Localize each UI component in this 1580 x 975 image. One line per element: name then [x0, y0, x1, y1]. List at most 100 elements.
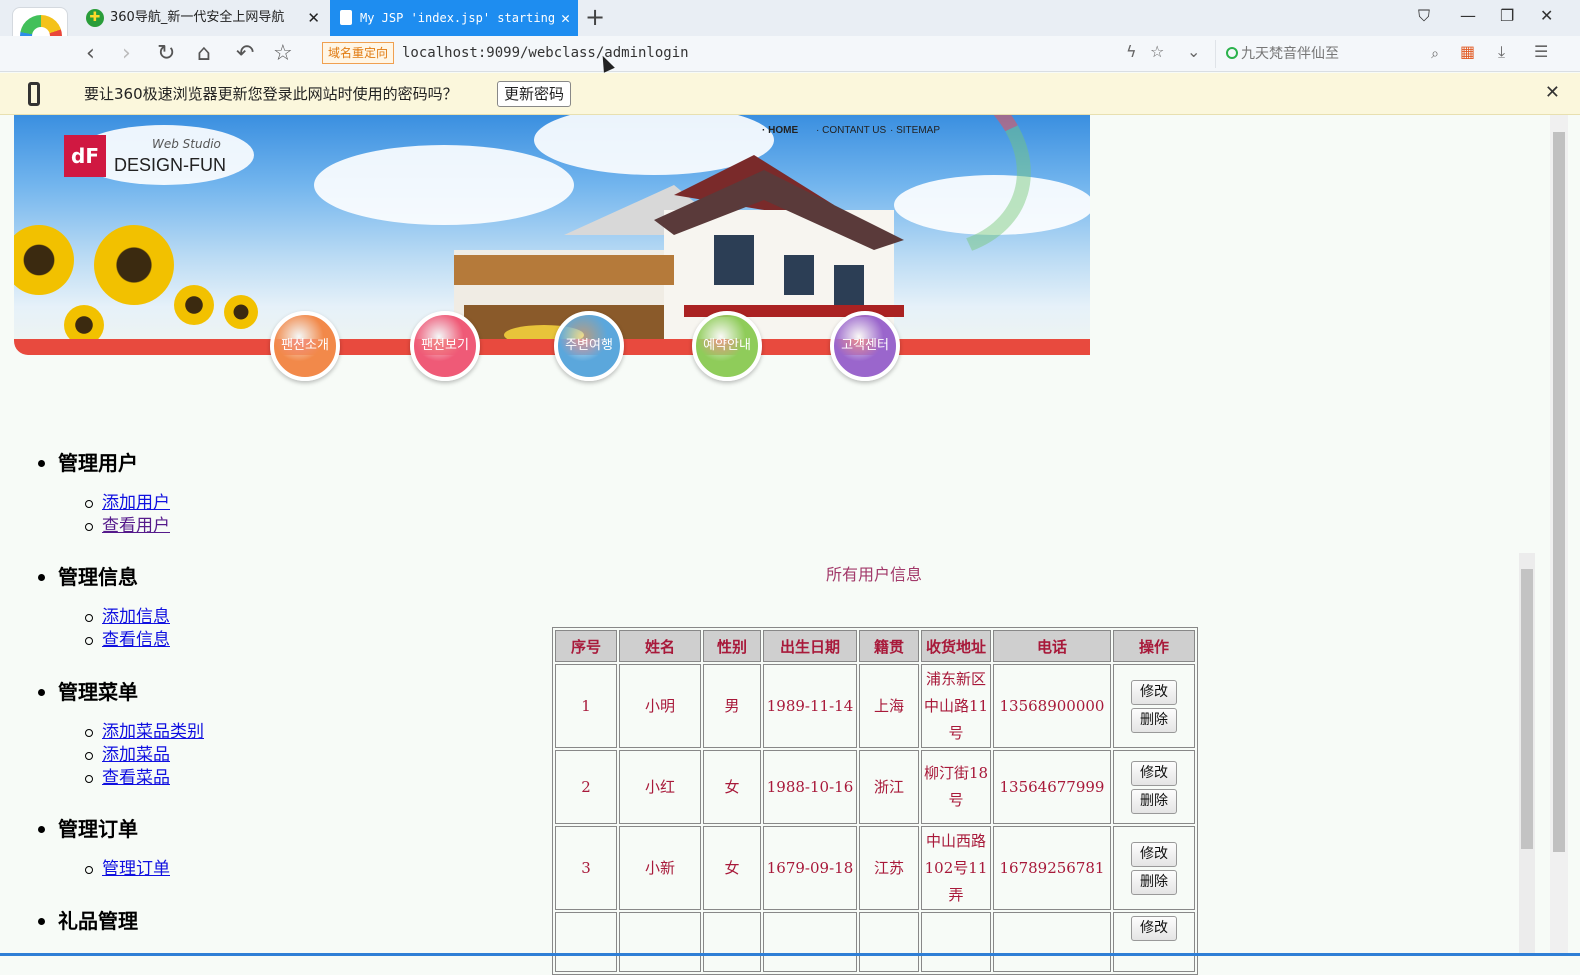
edit-button[interactable]: 修改 — [1131, 679, 1177, 705]
edit-button[interactable]: 修改 — [1131, 916, 1177, 941]
view-users-link[interactable]: 查看用户 — [85, 515, 204, 538]
menu-group-gifts: 礼品管理 — [38, 904, 204, 938]
cell-address — [921, 912, 991, 972]
lightning-icon[interactable]: ϟ — [1126, 42, 1137, 61]
add-dish-category-link[interactable]: 添加菜品类别 — [85, 721, 204, 744]
reload-icon[interactable]: ↻ — [157, 40, 175, 68]
table-title: 所有用户信息 — [826, 565, 923, 584]
minimize-button[interactable]: — — [1460, 6, 1476, 25]
add-info-link[interactable]: 添加信息 — [85, 606, 204, 629]
cell-name: 小新 — [619, 826, 701, 910]
cell-no — [555, 912, 617, 972]
close-infobar-icon[interactable]: ✕ — [1545, 82, 1560, 103]
close-tab-icon[interactable]: ✕ — [307, 0, 320, 36]
add-dish-link[interactable]: 添加菜品 — [85, 744, 204, 767]
favorite-star-icon[interactable]: ☆ — [1150, 42, 1164, 61]
apps-icon[interactable]: ▦ — [1460, 42, 1475, 61]
add-user-link[interactable]: 添加用户 — [85, 492, 204, 515]
url-input[interactable]: localhost:9099/webclass/adminlogin — [402, 42, 689, 64]
circle-menu-support[interactable]: 고객센터 — [830, 311, 900, 381]
chevron-down-icon[interactable]: ⌄ — [1187, 42, 1200, 61]
bookmark-star-icon[interactable]: ☆ — [273, 40, 293, 68]
update-password-button[interactable]: 更新密码 — [497, 81, 572, 107]
menu-group-dishes: 管理菜单 添加菜品类别 添加菜品 查看菜品 — [38, 675, 204, 812]
table-row: 1 小明 男 1989-11-14 上海 浦东新区中山路11号 13568900… — [555, 664, 1195, 748]
download-icon[interactable]: ⤓ — [1498, 42, 1505, 62]
table-row: 修改 — [555, 912, 1195, 972]
delete-button[interactable]: 删除 — [1131, 788, 1177, 814]
cell-actions: 修改 删除 — [1113, 664, 1195, 748]
page-icon — [340, 10, 352, 25]
view-info-link[interactable]: 查看信息 — [85, 629, 204, 652]
scrollbar-thumb[interactable] — [1553, 132, 1565, 852]
circle-menu-view[interactable]: 팬션보기 — [410, 311, 480, 381]
page-scrollbar[interactable] — [1550, 115, 1568, 956]
skin-icon[interactable]: ⛉ — [1418, 6, 1430, 26]
search-engine-icon — [1226, 47, 1238, 59]
password-infobar: 要让360极速浏览器更新您登录此网站时使用的密码吗？ 更新密码 ✕ — [0, 73, 1580, 115]
nav-sitemap-link[interactable]: · SITEMAP — [890, 125, 940, 136]
col-header: 操作 — [1113, 630, 1195, 662]
circle-menu-booking[interactable]: 예약안내 — [692, 311, 762, 381]
site-banner: dF Web Studio DESIGN-FUN · HOME · CONTAN… — [14, 115, 1090, 355]
search-input[interactable]: 九天梵音伴仙至 — [1241, 46, 1339, 62]
col-header: 出生日期 — [763, 630, 857, 662]
edit-button[interactable]: 修改 — [1131, 841, 1177, 867]
menu-heading: 管理订单 — [38, 812, 204, 846]
circle-menu-travel[interactable]: 주변여행 — [554, 311, 624, 381]
col-header: 籍贯 — [859, 630, 919, 662]
content-scrollbar[interactable] — [1519, 553, 1535, 956]
cell-no: 1 — [555, 664, 617, 748]
circle-menu-intro[interactable]: 팬션소개 — [270, 311, 340, 381]
close-tab-icon[interactable]: ✕ — [561, 0, 570, 36]
cell-gender — [703, 912, 761, 972]
cell-name: 小明 — [619, 664, 701, 748]
brand-title: DESIGN-FUN — [114, 155, 226, 175]
view-dishes-link[interactable]: 查看菜品 — [85, 767, 204, 790]
maximize-button[interactable]: ❐ — [1500, 6, 1514, 25]
cell-address: 中山西路102号11弄 — [921, 826, 991, 910]
search-box[interactable]: 九天梵音伴仙至 ⌕ — [1215, 40, 1445, 68]
cell-actions: 修改 — [1113, 912, 1195, 972]
tab-active-jsp[interactable]: My JSP 'index.jsp' starting ✕ — [330, 0, 578, 36]
menu-group-info: 管理信息 添加信息 查看信息 — [38, 560, 204, 675]
undo-close-icon[interactable]: ↶ — [236, 40, 254, 68]
menu-heading: 礼品管理 — [38, 904, 204, 938]
menu-icon[interactable]: ☰ — [1534, 42, 1548, 61]
search-icon[interactable]: ⌕ — [1431, 40, 1439, 68]
tab-360-nav[interactable]: ✚ 360导航_新一代安全上网导航 ✕ — [80, 0, 328, 36]
browser-tab-bar: ✚ 360导航_新一代安全上网导航 ✕ My JSP 'index.jsp' s… — [0, 0, 1580, 36]
delete-button[interactable]: 删除 — [1131, 869, 1177, 895]
cell-no: 2 — [555, 750, 617, 824]
tab-title: 360导航_新一代安全上网导航 — [110, 10, 285, 25]
edit-button[interactable]: 修改 — [1131, 760, 1177, 786]
users-table: 序号 姓名 性别 出生日期 籍贯 收货地址 电话 操作 1 小明 男 1989-… — [552, 627, 1198, 975]
nav-contact-link[interactable]: · CONTANT US — [816, 125, 886, 136]
col-header: 序号 — [555, 630, 617, 662]
redirect-badge[interactable]: 域名重定向 — [322, 42, 395, 64]
nav-home-link[interactable]: · HOME — [762, 125, 798, 136]
new-tab-button[interactable]: + — [585, 2, 605, 32]
home-icon[interactable]: ⌂ — [197, 40, 211, 68]
password-prompt: 要让360极速浏览器更新您登录此网站时使用的密码吗？ — [84, 85, 458, 103]
brand-subtitle: Web Studio — [152, 137, 221, 151]
col-header: 性别 — [703, 630, 761, 662]
delete-button[interactable]: 删除 — [1131, 707, 1177, 733]
cell-actions: 修改 删除 — [1113, 750, 1195, 824]
cell-phone: 16789256781 — [993, 826, 1111, 910]
scrollbar-thumb[interactable] — [1521, 569, 1533, 849]
cell-origin: 江苏 — [859, 826, 919, 910]
360-nav-icon: ✚ — [86, 9, 104, 27]
cell-actions: 修改 删除 — [1113, 826, 1195, 910]
manage-orders-link[interactable]: 管理订单 — [85, 858, 204, 881]
close-window-button[interactable]: ✕ — [1540, 6, 1553, 25]
cell-birth: 1989-11-14 — [763, 664, 857, 748]
admin-menu: 管理用户 添加用户 查看用户 管理信息 添加信息 查看信息 管理菜单 添加菜品类… — [38, 446, 204, 938]
menu-heading: 管理信息 — [38, 560, 204, 594]
back-icon[interactable]: ‹ — [86, 40, 95, 68]
forward-icon[interactable]: › — [122, 40, 131, 68]
cell-phone: 13568900000 — [993, 664, 1111, 748]
menu-group-orders: 管理订单 管理订单 — [38, 812, 204, 904]
cell-name: 小红 — [619, 750, 701, 824]
cell-no: 3 — [555, 826, 617, 910]
